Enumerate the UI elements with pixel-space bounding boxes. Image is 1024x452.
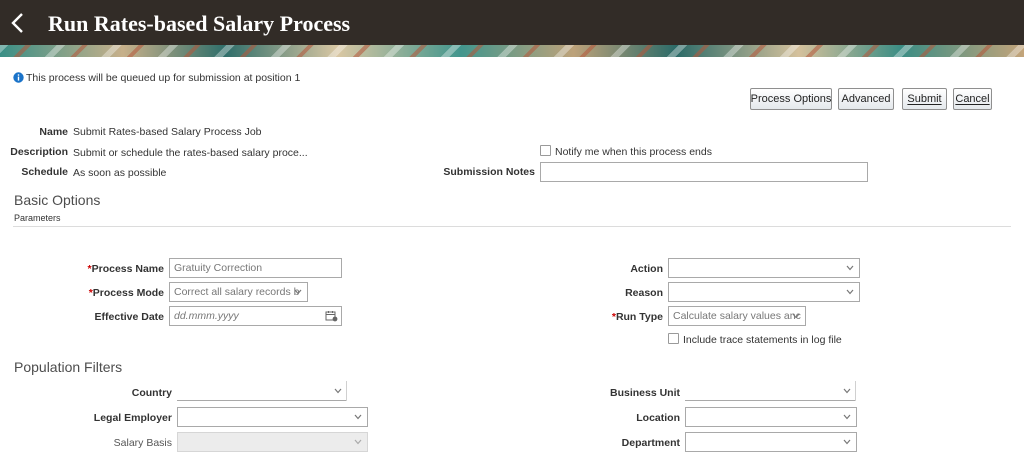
salary-basis-label: Salary Basis [113,437,172,449]
chevron-down-icon [846,265,854,271]
salary-basis-select [177,432,368,452]
run-type-label-text: Run Type [615,311,663,323]
run-type-value: Calculate salary values anc [673,310,801,322]
cancel-button[interactable]: Cancel [953,88,992,110]
effective-date-input[interactable]: dd.mmm.yyyy [169,306,342,326]
legal-employer-label: Legal Employer [93,412,172,424]
chevron-down-icon [294,289,302,295]
header-decoration [0,45,1024,57]
process-mode-label-text: Process Mode [92,287,164,299]
submission-notes-label: Submission Notes [443,166,535,178]
country-divider [346,381,347,401]
queue-info-message: This process will be queued up for submi… [13,72,300,84]
population-filters-title: Population Filters [14,359,123,375]
process-name-input[interactable]: Gratuity Correction [169,258,342,278]
reason-label: Reason [625,287,663,299]
location-label: Location [636,412,680,424]
effective-date-label: Effective Date [94,311,164,323]
page-header: Run Rates-based Salary Process [0,0,1024,57]
process-options-button[interactable]: Process Options [750,88,832,110]
notify-label: Notify me when this process ends [555,146,712,158]
submit-button[interactable]: Submit [902,88,947,110]
chevron-down-icon [792,313,800,319]
section-divider [13,226,1011,227]
name-label: Name [39,126,68,138]
action-label: Action [630,263,663,275]
run-type-select[interactable]: Calculate salary values anc [668,306,806,326]
schedule-label: Schedule [21,166,68,178]
basic-options-title: Basic Options [14,192,101,208]
process-mode-select[interactable]: Correct all salary records b [169,282,308,302]
description-label: Description [10,146,68,158]
name-value: Submit Rates-based Salary Process Job [73,126,262,138]
country-select[interactable] [177,381,347,401]
advanced-button[interactable]: Advanced [838,88,894,110]
process-name-label: *Process Name [88,263,164,275]
business-unit-label: Business Unit [609,387,680,399]
business-unit-divider [855,381,856,401]
chevron-down-icon [843,414,851,420]
calendar-icon[interactable] [325,310,338,322]
schedule-value: As soon as possible [73,167,167,179]
process-mode-value: Correct all salary records b [174,286,300,298]
trace-label: Include trace statements in log file [683,334,842,346]
effective-date-placeholder: dd.mmm.yyyy [174,310,239,322]
queue-info-text: This process will be queued up for submi… [26,72,301,84]
chevron-left-icon [11,13,23,33]
chevron-down-icon [843,388,851,394]
description-value: Submit or schedule the rates-based salar… [73,147,308,159]
chevron-down-icon [354,439,362,445]
department-label: Department [621,437,680,449]
page-title: Run Rates-based Salary Process [48,11,351,36]
country-label: Country [131,387,172,399]
back-button[interactable] [8,10,30,36]
chevron-down-icon [334,388,342,394]
business-unit-select[interactable] [685,381,856,401]
chevron-down-icon [846,289,854,295]
process-name-label-text: Process Name [91,263,164,275]
action-select[interactable] [668,258,860,278]
legal-employer-select[interactable] [177,407,368,427]
info-icon [13,72,24,83]
chevron-down-icon [354,414,362,420]
notify-checkbox[interactable] [540,145,551,156]
location-select[interactable] [685,407,857,427]
reason-select[interactable] [668,282,860,302]
department-select[interactable] [685,432,857,452]
parameters-label: Parameters [14,213,61,223]
trace-checkbox[interactable] [668,333,679,344]
run-type-label: *Run Type [612,311,663,323]
chevron-down-icon [843,439,851,445]
process-mode-label: *Process Mode [89,287,164,299]
submission-notes-input[interactable] [540,162,868,182]
